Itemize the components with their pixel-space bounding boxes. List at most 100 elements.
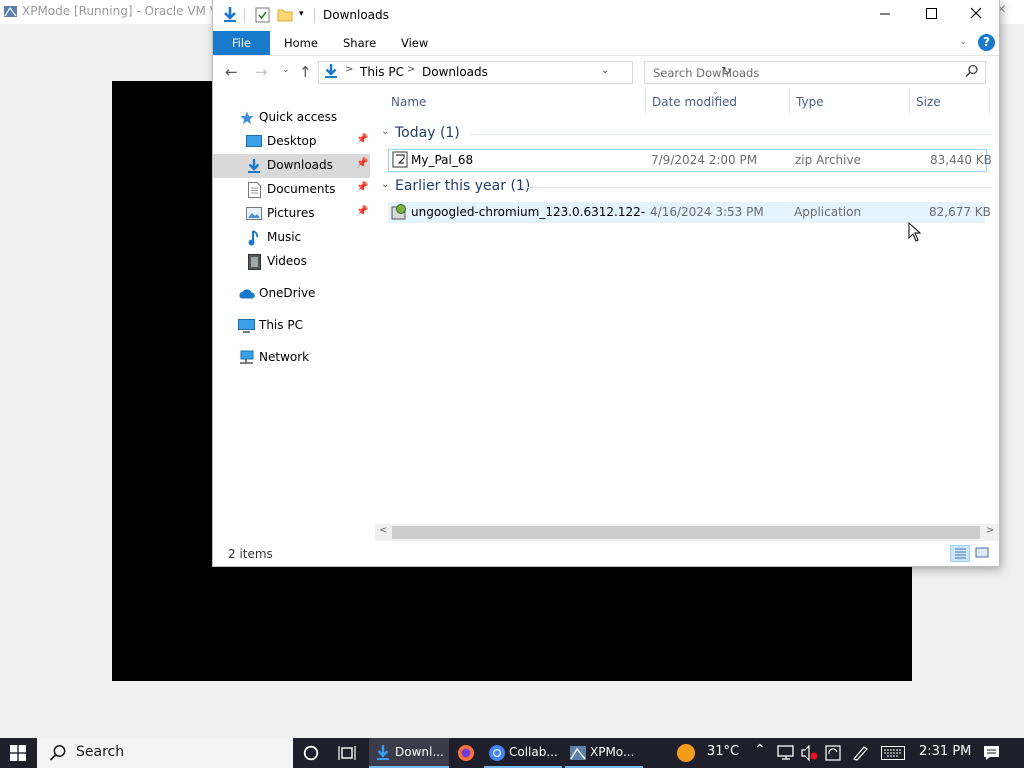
group-header-earlier-this-year[interactable]: Earlier this year (1) [395,178,530,194]
forward-arrow-icon[interactable]: → [255,63,268,81]
nav-label: Downloads [267,158,333,172]
breadcrumb-downloads[interactable]: Downloads [422,65,488,79]
breadcrumb-separator-icon[interactable]: > [407,64,415,75]
pin-icon[interactable]: 📌 [356,206,368,217]
task-view-button[interactable] [334,738,360,768]
pin-icon[interactable]: 📌 [356,158,368,169]
installer-icon [391,204,406,220]
nav-label: OneDrive [259,286,316,300]
weather-widget[interactable]: 31°C [672,738,740,768]
maximize-button[interactable] [908,0,954,31]
nav-videos[interactable]: Videos [213,250,373,274]
large-icons-view-icon [975,547,989,558]
tab-view[interactable]: View [401,36,428,50]
expand-ribbon-icon[interactable]: ⌄ [959,36,967,47]
details-view-button[interactable] [950,545,970,562]
start-button[interactable] [0,738,36,768]
ribbon-tabs: File Home Share View ⌄ ? [213,31,999,56]
breadcrumb-this-pc[interactable]: This PC [360,65,404,79]
nav-desktop[interactable]: Desktop 📌 [213,130,373,154]
show-hidden-icons-icon[interactable]: ⌃ [754,742,766,758]
breadcrumb-separator-icon[interactable]: > [345,64,353,75]
file-name: My_Pal_68 [411,153,474,167]
minimize-icon [879,13,890,15]
clock-time[interactable]: 2:31 PM [919,744,971,759]
address-dropdown-icon[interactable]: ⌄ [601,65,609,76]
file-type: zip Archive [795,153,861,167]
column-header-type[interactable]: Type [796,95,824,109]
scroll-right-icon[interactable]: > [986,525,994,536]
nav-label: Quick access [259,110,338,124]
taskbar-app-firefox[interactable] [453,738,479,768]
tab-file[interactable]: File [213,31,270,55]
taskbar-app-virtualbox[interactable]: XPMo... [565,738,643,768]
nav-label: Documents [267,182,336,196]
minimize-button[interactable] [862,0,908,31]
file-name: ungoogled-chromium_123.0.6312.122-1.... [411,205,646,219]
scroll-left-icon[interactable]: < [379,525,387,536]
file-size: 83,440 KB [930,153,992,167]
new-folder-icon[interactable] [277,7,293,22]
scrollbar-thumb[interactable] [392,526,980,539]
search-input[interactable] [645,62,963,83]
collapse-group-icon[interactable]: ⌄ [381,126,389,137]
action-center-icon[interactable] [983,745,1000,761]
column-header-size[interactable]: Size [916,95,941,109]
onedrive-cloud-icon [239,289,255,299]
tab-home[interactable]: Home [284,36,318,50]
task-view-icon [338,746,356,760]
column-header-name[interactable]: Name [391,95,426,109]
up-arrow-icon[interactable]: ↑ [299,63,312,81]
table-row[interactable]: My_Pal_68 7/9/2024 2:00 PM zip Archive 8… [388,149,992,172]
help-icon[interactable]: ? [978,34,995,51]
pin-icon[interactable]: 📌 [356,134,368,145]
firefox-icon [458,745,474,761]
virtualbox-icon [4,6,17,17]
large-icons-view-button[interactable] [973,545,993,562]
table-row[interactable]: ungoogled-chromium_123.0.6312.122-1.... … [388,202,991,223]
nav-label: Music [267,230,302,244]
downloads-icon [248,159,260,173]
nav-this-pc[interactable]: This PC [213,314,373,338]
pen-workspace-icon[interactable] [851,745,869,761]
nav-music[interactable]: Music [213,226,373,250]
tab-share[interactable]: Share [343,36,376,50]
search-icon [965,64,978,78]
address-bar[interactable]: > This PC > Downloads ⌄ ↻ [318,61,731,84]
close-button[interactable] [953,0,999,31]
customize-quick-access-icon[interactable]: ▾ [299,9,304,19]
nav-label: Network [259,350,310,364]
recent-locations-icon[interactable]: ⌄ [282,65,290,75]
nav-onedrive[interactable]: OneDrive [213,282,373,306]
taskbar-app-chrome[interactable]: Collab... [484,738,562,768]
volume-muted-icon[interactable] [801,745,819,761]
network-icon [240,350,254,364]
device-sync-icon[interactable] [825,745,841,761]
close-icon [970,7,982,19]
file-explorer-window: ▾ Downloads File Home Share View ⌄ ? ← →… [213,0,999,566]
nav-documents[interactable]: Documents 📌 [213,178,373,202]
network-icon[interactable] [777,745,795,761]
back-arrow-icon[interactable]: ← [225,63,238,81]
weather-temperature: 31°C [707,744,740,759]
search-box[interactable] [644,61,986,84]
nav-label: Pictures [267,206,315,220]
nav-pictures[interactable]: Pictures 📌 [213,202,373,226]
column-header-date-modified[interactable]: Date modified [652,95,737,109]
chrome-icon [489,745,505,761]
pin-icon[interactable]: 📌 [356,182,368,193]
navigation-pane: Quick access Desktop 📌 Downloads 📌 Docum… [213,92,373,532]
nav-network[interactable]: Network [213,346,373,370]
taskbar-search-box[interactable]: Search [37,738,293,768]
collapse-group-icon[interactable]: ⌄ [381,179,389,190]
nav-quick-access[interactable]: Quick access [213,106,373,130]
group-header-today[interactable]: Today (1) [395,125,460,141]
properties-icon[interactable] [255,7,270,23]
cortana-button[interactable] [299,738,325,768]
taskbar-app-explorer[interactable]: Downl... [369,738,449,768]
horizontal-scrollbar[interactable]: < > [375,524,999,541]
item-count: 2 items [228,547,273,561]
nav-downloads[interactable]: Downloads 📌 [213,154,370,178]
explorer-titlebar[interactable]: ▾ Downloads [213,0,999,31]
touch-keyboard-icon[interactable] [881,746,905,760]
